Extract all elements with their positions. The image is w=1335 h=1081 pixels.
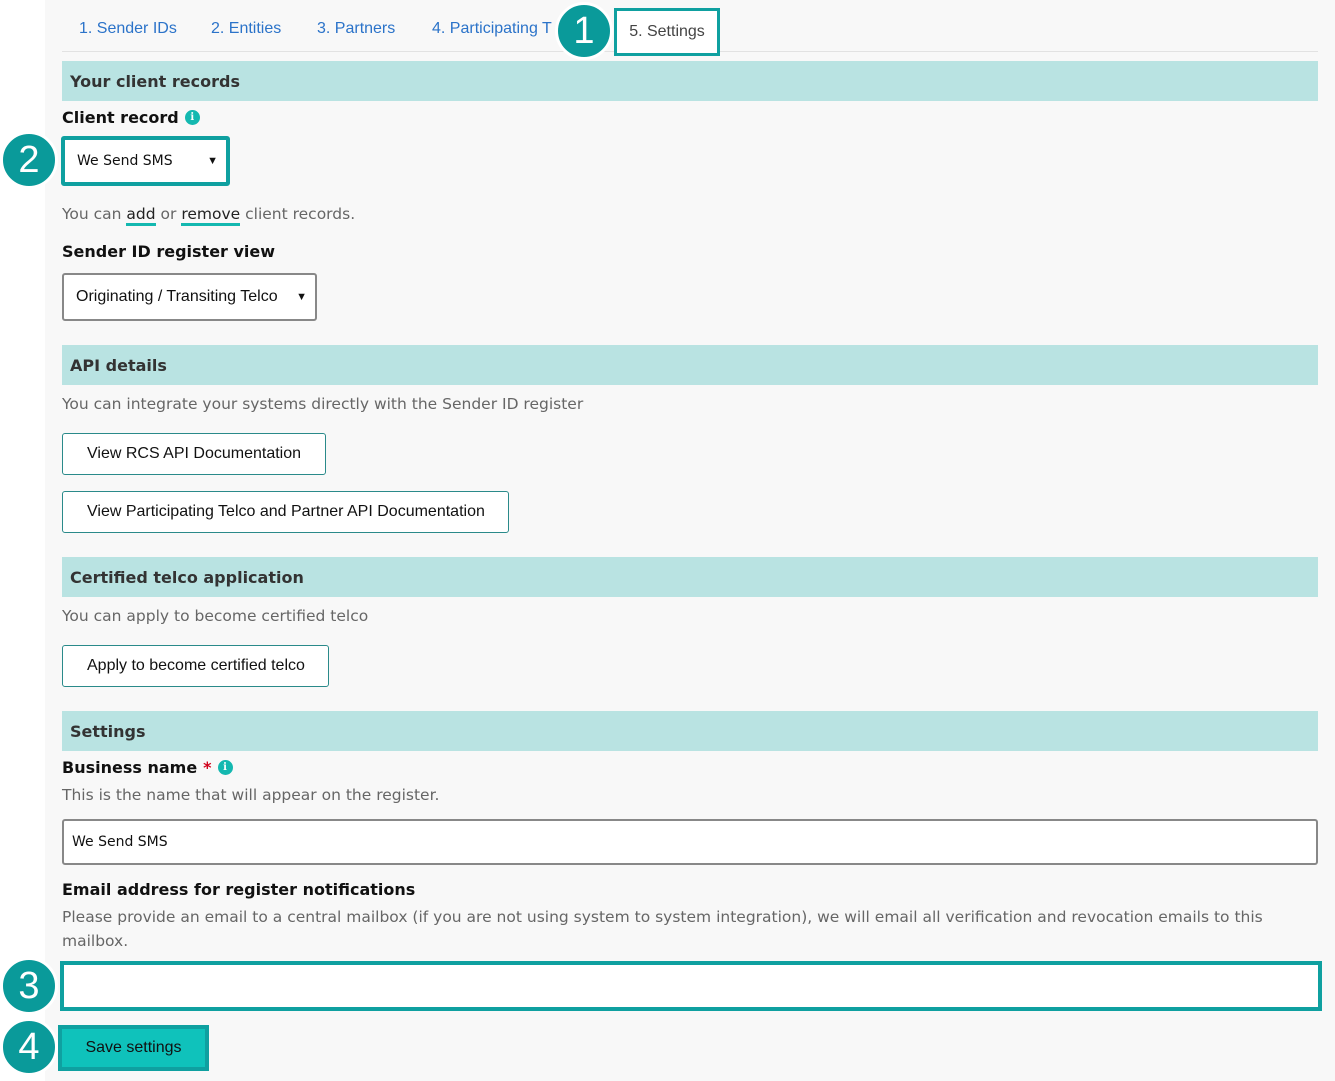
section-settings: Settings: [62, 711, 1318, 751]
register-view-label: Sender ID register view: [62, 242, 276, 261]
business-name-help: This is the name that will appear on the…: [62, 786, 440, 804]
client-record-label: Client record i: [62, 108, 200, 127]
info-icon[interactable]: i: [184, 110, 200, 125]
business-name-label-text: Business name: [62, 758, 198, 777]
step-marker-4: 4: [0, 1018, 58, 1076]
tab-sender-ids[interactable]: 1. Sender IDs: [79, 20, 177, 38]
add-client-link[interactable]: add: [126, 205, 156, 226]
help-suffix: client records.: [240, 205, 356, 223]
business-name-value: We Send SMS: [72, 834, 168, 850]
tab-participating-telcos[interactable]: 4. Participating T: [432, 20, 552, 38]
save-settings-button[interactable]: Save settings: [58, 1025, 209, 1071]
client-record-help: You can add or remove client records.: [62, 205, 356, 226]
chevron-down-icon: ▼: [296, 291, 307, 303]
client-record-label-text: Client record: [62, 108, 179, 127]
help-prefix: You can: [62, 205, 127, 223]
view-telco-partner-api-docs-button[interactable]: View Participating Telco and Partner API…: [62, 491, 509, 533]
client-record-select[interactable]: We Send SMS ▼: [61, 136, 230, 186]
client-record-value: We Send SMS: [77, 153, 173, 169]
section-certified-telco: Certified telco application: [62, 557, 1318, 597]
api-description: You can integrate your systems directly …: [62, 395, 584, 413]
tab-entities[interactable]: 2. Entities: [211, 20, 281, 38]
register-view-select[interactable]: Originating / Transiting Telco ▼: [62, 273, 317, 321]
step-marker-1: 1: [555, 2, 613, 60]
help-or: or: [155, 205, 182, 223]
apply-certified-telco-button[interactable]: Apply to become certified telco: [62, 645, 329, 687]
chevron-down-icon: ▼: [207, 155, 218, 167]
email-help-line1: Please provide an email to a central mai…: [62, 908, 1263, 926]
section-api-details: API details: [62, 345, 1318, 385]
email-label: Email address for register notifications: [62, 880, 416, 899]
email-input[interactable]: [60, 961, 1322, 1011]
required-marker: *: [203, 758, 212, 777]
tab-partners[interactable]: 3. Partners: [317, 20, 395, 38]
business-name-label: Business name * i: [62, 758, 233, 777]
view-rcs-api-docs-button[interactable]: View RCS API Documentation: [62, 433, 326, 475]
certified-description: You can apply to become certified telco: [62, 607, 369, 625]
register-view-value: Originating / Transiting Telco: [76, 288, 278, 305]
email-help-line2: mailbox.: [62, 932, 129, 950]
tab-settings[interactable]: 5. Settings: [614, 8, 720, 56]
business-name-input[interactable]: We Send SMS: [62, 819, 1318, 865]
step-marker-2: 2: [0, 131, 58, 189]
remove-client-link[interactable]: remove: [181, 205, 241, 226]
info-icon[interactable]: i: [217, 760, 233, 775]
section-client-records: Your client records: [62, 61, 1318, 101]
step-marker-3: 3: [0, 957, 58, 1015]
